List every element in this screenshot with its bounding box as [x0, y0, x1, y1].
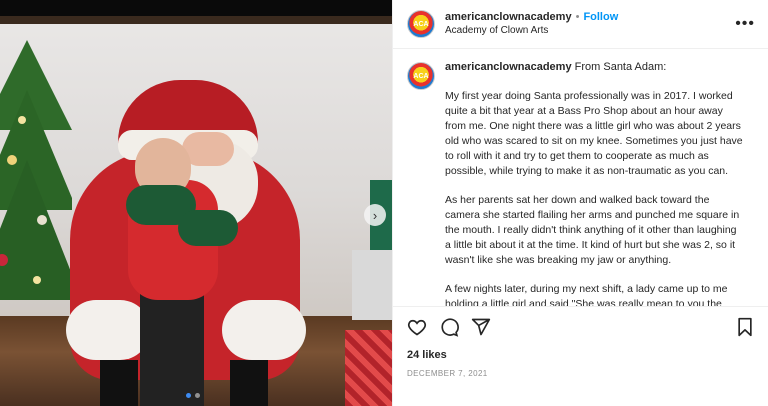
- caption-avatar[interactable]: ACA: [407, 62, 435, 90]
- caption-row: ACA americanclownacademy From Santa Adam…: [407, 60, 755, 306]
- post-actions: 24 likes DECEMBER 7, 2021: [393, 306, 768, 406]
- carousel-dot: [195, 393, 200, 398]
- post-side-panel: ACA americanclownacademy • Follow Academy …: [392, 0, 768, 406]
- gift-box-red: [345, 330, 392, 406]
- child-legs: [140, 290, 204, 406]
- username-link[interactable]: americanclownacademy: [445, 11, 572, 23]
- profile-avatar[interactable]: ACA: [407, 10, 435, 38]
- christmas-tree: [0, 40, 72, 300]
- santa-glove-right: [178, 210, 238, 246]
- caption-body: americanclownacademy From Santa Adam: My…: [445, 60, 745, 306]
- caption-intro: From Santa Adam:: [574, 61, 667, 73]
- carousel-dot-active: [186, 393, 191, 398]
- follow-button[interactable]: Follow: [583, 11, 618, 23]
- caption-paragraph: My first year doing Santa professionally…: [445, 90, 743, 177]
- carousel-indicator: [186, 393, 200, 398]
- santa-fur-left: [66, 300, 150, 360]
- photo-top-band: [0, 0, 392, 16]
- more-options-icon[interactable]: •••: [735, 15, 755, 33]
- post-header: ACA americanclownacademy • Follow Academy …: [393, 0, 768, 49]
- caption-paragraph: A few nights later, during my next shift…: [445, 283, 728, 306]
- bookmark-icon[interactable]: [735, 317, 755, 337]
- action-icons: [407, 317, 755, 337]
- caption-username[interactable]: americanclownacademy: [445, 61, 572, 73]
- like-count[interactable]: 24 likes: [407, 349, 755, 361]
- send-icon[interactable]: [471, 317, 491, 337]
- header-separator: •: [575, 10, 580, 23]
- location-link[interactable]: Academy of Clown Arts: [445, 25, 735, 38]
- photo-trim: [0, 16, 392, 24]
- post-caption: ACA americanclownacademy From Santa Adam…: [393, 50, 768, 306]
- comment-icon[interactable]: [439, 317, 459, 337]
- santa-boot-right: [230, 360, 268, 406]
- gift-box-white: [352, 250, 392, 320]
- caption-paragraph: As her parents sat her down and walked b…: [445, 194, 740, 266]
- santa-boot-left: [100, 360, 138, 406]
- heart-icon[interactable]: [407, 317, 427, 337]
- caption-avatar-logo-text: ACA: [413, 72, 429, 80]
- post-date[interactable]: DECEMBER 7, 2021: [407, 369, 755, 378]
- post-photo[interactable]: ›: [0, 0, 392, 406]
- santa-fur-right: [222, 300, 306, 360]
- caption-first-line: americanclownacademy From Santa Adam:: [445, 60, 745, 75]
- next-slide-button[interactable]: ›: [364, 204, 386, 226]
- header-text: americanclownacademy • Follow Academy of C…: [445, 11, 735, 37]
- header-line: americanclownacademy • Follow: [445, 11, 735, 25]
- avatar-logo-text: ACA: [413, 20, 429, 28]
- instagram-post: › ACA americanclownacademy • Follow Academ…: [0, 0, 768, 406]
